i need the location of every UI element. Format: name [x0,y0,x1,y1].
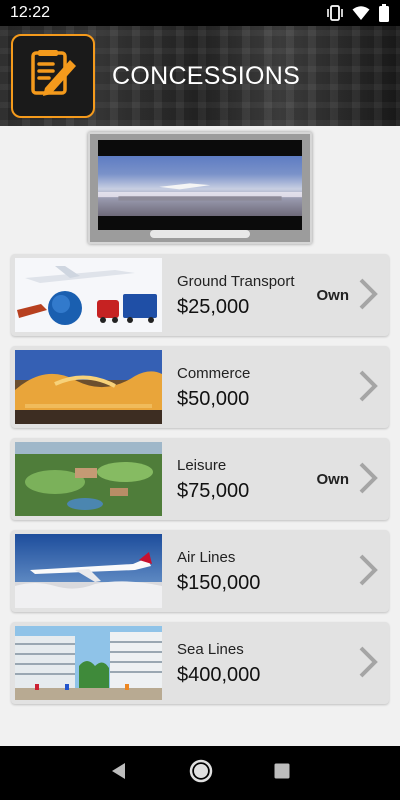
concession-item-commerce[interactable]: Commerce $50,000 [11,346,389,428]
back-icon[interactable] [109,761,129,786]
owned-status: Own [316,287,350,304]
banner-tab [150,230,250,238]
concessions-logo [11,34,95,118]
recents-icon[interactable] [273,762,291,785]
airport-banner-image [98,156,302,216]
golf-resort-aerial-image [15,442,162,516]
concession-name: Air Lines [177,549,236,566]
airliner-in-flight-image [15,534,162,608]
airport-terminal-building-image [15,350,162,424]
chevron-right-icon [357,277,379,311]
app-header: CONCESSIONS [0,26,400,126]
concession-price: $400,000 [177,664,261,686]
concession-name: Ground Transport [177,273,295,290]
page-title: CONCESSIONS [112,62,301,90]
edit-document-icon [23,44,83,109]
system-navigation-bar [0,746,400,800]
battery-icon [378,4,390,22]
concession-item-sea-lines[interactable]: Sea Lines $400,000 [11,622,389,704]
chevron-right-icon [357,645,379,679]
chevron-right-icon [357,553,379,587]
concession-price: $50,000 [177,388,250,410]
owned-status: Own [316,471,350,488]
cruise-ships-port-image [15,626,162,700]
concession-item-leisure[interactable]: Leisure $75,000 Own [11,438,389,520]
status-bar: 12:22 [0,0,400,26]
concession-item-air-lines[interactable]: Air Lines $150,000 [11,530,389,612]
transport-vehicles-globe-image [15,258,162,332]
concession-price: $25,000 [177,296,250,318]
home-icon[interactable] [188,758,214,789]
chevron-right-icon [357,369,379,403]
promo-banner [88,132,312,244]
banner-screen [98,140,302,230]
concession-item-ground-transport[interactable]: Ground Transport $25,000 Own [11,254,389,336]
concessions-list: Ground Transport $25,000 Own Commerce $5… [11,254,389,714]
concession-name: Commerce [177,365,251,382]
concession-name: Sea Lines [177,641,244,658]
chevron-right-icon [357,461,379,495]
wifi-icon [352,5,370,21]
vibrate-icon [326,5,344,21]
concession-name: Leisure [177,457,227,474]
status-time: 12:22 [10,4,51,21]
concession-price: $150,000 [177,572,261,594]
concession-price: $75,000 [177,480,250,502]
status-icons [326,4,390,22]
